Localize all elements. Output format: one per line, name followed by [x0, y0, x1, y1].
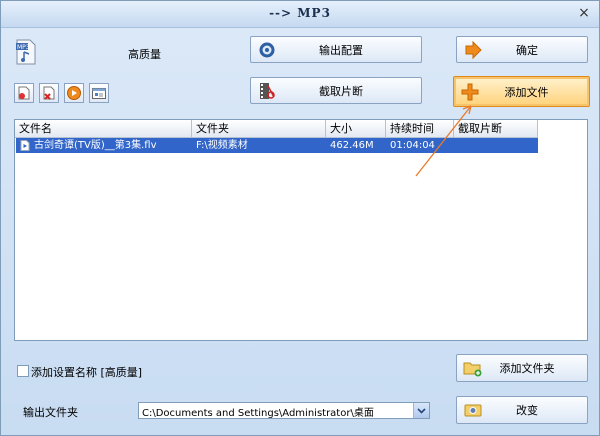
add-setting-name-label: 添加设置名称 [高质量]	[31, 366, 143, 379]
media-info-button[interactable]	[89, 83, 109, 103]
close-icon[interactable]: ×	[577, 6, 591, 20]
output-folder-select[interactable]: C:\Documents and Settings\Administrator\…	[138, 402, 430, 419]
output-config-button[interactable]: 输出配置	[250, 36, 422, 63]
mp3-format-icon: MP3	[15, 39, 37, 65]
camera-folder-icon	[464, 404, 482, 417]
new-document-icon	[18, 86, 30, 100]
video-file-icon	[20, 140, 30, 151]
info-window-icon	[92, 88, 106, 99]
arrow-right-icon	[465, 40, 482, 59]
title-bar: --> MP3 ×	[1, 1, 599, 28]
ok-button[interactable]: 确定	[456, 36, 588, 63]
cell-folder: F:\视频素材	[196, 140, 248, 151]
col-filename[interactable]: 文件名	[15, 120, 192, 137]
add-setting-name-checkbox[interactable]	[17, 365, 29, 377]
col-folder[interactable]: 文件夹	[192, 120, 326, 137]
converter-window: --> MP3 × MP3 高质量 输出配置 截取片断 确定 添加文件 文件名 …	[0, 0, 600, 436]
change-folder-button[interactable]: 改变	[456, 396, 588, 424]
remove-file-button[interactable]	[39, 83, 59, 103]
delete-file-icon	[43, 86, 55, 100]
chevron-down-icon[interactable]	[413, 403, 429, 418]
svg-text:MP3: MP3	[17, 44, 30, 51]
cell-size: 462.46M	[330, 140, 374, 151]
cell-filename: 古剑奇谭(TV版)__第3集.flv	[34, 140, 157, 151]
add-folder-icon	[463, 362, 482, 377]
col-size[interactable]: 大小	[326, 120, 386, 137]
annotation-arrow	[415, 105, 472, 177]
clip-segment-button[interactable]: 截取片断	[250, 77, 422, 104]
add-folder-button[interactable]: 添加文件夹	[456, 354, 588, 382]
output-folder-path: C:\Documents and Settings\Administrator\…	[142, 408, 374, 419]
play-icon	[67, 86, 81, 100]
play-button[interactable]	[64, 83, 84, 103]
new-file-button[interactable]	[14, 83, 34, 103]
film-clip-icon	[260, 82, 275, 99]
window-title: --> MP3	[269, 6, 331, 20]
gear-icon	[259, 42, 275, 57]
output-folder-label: 输出文件夹	[23, 406, 78, 419]
file-list-table[interactable]: 文件名 文件夹 大小 持续时间 截取片断 古剑奇谭(TV版)__第3集.flv …	[14, 119, 588, 341]
quality-profile-label: 高质量	[128, 48, 161, 61]
